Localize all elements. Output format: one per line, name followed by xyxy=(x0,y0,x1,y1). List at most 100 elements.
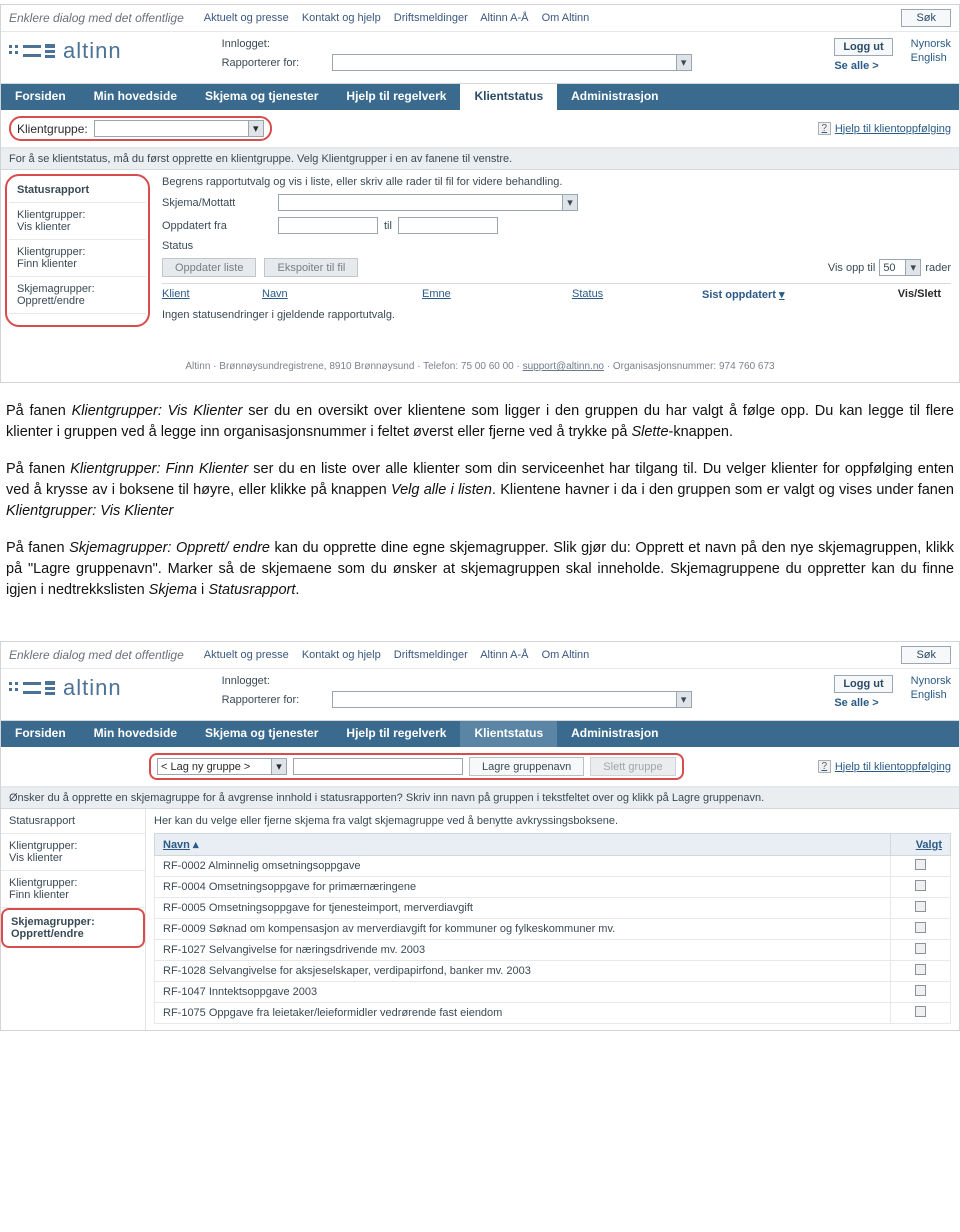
tab2-skjema[interactable]: Skjema og tjenester xyxy=(191,721,332,747)
right-col-2: Logg ut Se alle > Nynorsk English xyxy=(834,675,951,705)
nav2-aktuelt[interactable]: Aktuelt og presse xyxy=(204,649,289,661)
side-statusrapport[interactable]: Statusrapport xyxy=(9,178,146,203)
update-list-button[interactable]: Oppdater liste xyxy=(162,258,256,277)
group-name-input[interactable] xyxy=(293,758,463,775)
nav2-drift[interactable]: Driftsmeldinger xyxy=(394,649,468,661)
reporting-label: Rapporterer for: xyxy=(222,57,332,69)
side-klientgrupper-1[interactable]: Klientgrupper: Vis klienter xyxy=(9,203,146,240)
col-sist[interactable]: Sist oppdatert ▾ xyxy=(702,288,842,301)
to-input[interactable] xyxy=(398,217,498,234)
oppdatert-label: Oppdatert fra xyxy=(162,220,272,232)
checkbox[interactable] xyxy=(915,922,926,933)
side2-klientgrupper-1[interactable]: Klientgrupper: Vis klienter xyxy=(1,834,145,871)
tab-hjelp[interactable]: Hjelp til regelverk xyxy=(332,84,460,110)
table-row: RF-0005 Omsetningsoppgave for tjenesteim… xyxy=(155,898,951,919)
tab2-forsiden[interactable]: Forsiden xyxy=(1,721,80,747)
row-buttons: Oppdater liste Ekspoiter til fil Vis opp… xyxy=(162,258,951,277)
skjema-label: Skjema/Mottatt xyxy=(162,197,272,209)
reporting-select-2[interactable]: ▾ xyxy=(332,691,692,708)
col-valgt[interactable]: Valgt xyxy=(891,834,951,856)
chevron-down-icon: ▾ xyxy=(676,692,691,707)
status-label: Status xyxy=(162,240,272,252)
col-klient[interactable]: Klient xyxy=(162,288,262,301)
tab-admin[interactable]: Administrasjon xyxy=(557,84,672,110)
nav-drift[interactable]: Driftsmeldinger xyxy=(394,12,468,24)
content-intro: Begrens rapportutvalg og vis i liste, el… xyxy=(162,176,951,188)
tab2-minhovedside[interactable]: Min hovedside xyxy=(80,721,191,747)
help-link[interactable]: ? Hjelp til klientoppfølging xyxy=(818,122,951,135)
reporting-select[interactable]: ▾ xyxy=(332,54,692,71)
nav-kontakt[interactable]: Kontakt og hjelp xyxy=(302,12,381,24)
checkbox[interactable] xyxy=(915,964,926,975)
lang-switch-2: Nynorsk English xyxy=(911,675,951,703)
tab-klientstatus[interactable]: Klientstatus xyxy=(460,84,557,110)
logout-button[interactable]: Logg ut xyxy=(834,38,892,56)
footer-mail[interactable]: support@altinn.no xyxy=(523,361,604,372)
help-link-2[interactable]: ? Hjelp til klientoppfølging xyxy=(818,760,951,773)
nav-atoa[interactable]: Altinn A-Å xyxy=(480,12,528,24)
side2-klientgrupper-2[interactable]: Klientgrupper: Finn klienter xyxy=(1,871,145,908)
checkbox[interactable] xyxy=(915,880,926,891)
sub-bar-2: < Lag ny gruppe >▾ Lagre gruppenavn Slet… xyxy=(1,747,959,787)
lang-english[interactable]: English xyxy=(911,52,947,64)
skjema-select[interactable]: ▾ xyxy=(278,194,578,211)
nav-om[interactable]: Om Altinn xyxy=(542,12,590,24)
header-row2: altinn Innlogget: Rapporterer for: ▾ Log… xyxy=(1,32,959,84)
main-area-2: Statusrapport Klientgrupper: Vis kliente… xyxy=(1,809,959,1030)
main-tabs-2: Forsiden Min hovedside Skjema og tjenest… xyxy=(1,721,959,747)
row-status: Status xyxy=(162,240,951,252)
export-button[interactable]: Ekspoiter til fil xyxy=(264,258,358,277)
logout-button-2[interactable]: Logg ut xyxy=(834,675,892,693)
lang-nynorsk[interactable]: Nynorsk xyxy=(911,38,951,50)
checkbox[interactable] xyxy=(915,1006,926,1017)
table-row: RF-1075 Oppgave fra leietaker/leieformid… xyxy=(155,1003,951,1024)
tab2-admin[interactable]: Administrasjon xyxy=(557,721,672,747)
slogan-2: Enklere dialog med det offentlige xyxy=(9,648,184,662)
nav2-kontakt[interactable]: Kontakt og hjelp xyxy=(302,649,381,661)
checkbox[interactable] xyxy=(915,943,926,954)
lang-nynorsk-2[interactable]: Nynorsk xyxy=(911,675,951,687)
table-row: RF-1027 Selvangivelse for næringsdrivend… xyxy=(155,940,951,961)
checkbox[interactable] xyxy=(915,985,926,996)
nav2-om[interactable]: Om Altinn xyxy=(542,649,590,661)
col-navn[interactable]: Navn ▴ xyxy=(155,834,891,856)
table-head: Klient Navn Emne Status Sist oppdatert ▾… xyxy=(162,283,951,305)
tab2-hjelp[interactable]: Hjelp til regelverk xyxy=(332,721,460,747)
lang-switch: Nynorsk English xyxy=(911,38,951,66)
search-button-2[interactable]: Søk xyxy=(901,646,951,664)
main-tabs: Forsiden Min hovedside Skjema og tjenest… xyxy=(1,84,959,110)
tab-forsiden[interactable]: Forsiden xyxy=(1,84,80,110)
see-all-link-2[interactable]: Se alle > xyxy=(834,697,878,709)
table-row: RF-1028 Selvangivelse for aksjeselskaper… xyxy=(155,961,951,982)
nav2-atoa[interactable]: Altinn A-Å xyxy=(480,649,528,661)
see-all-link[interactable]: Se alle > xyxy=(834,60,878,72)
side-skjemagrupper[interactable]: Skjemagrupper: Opprett/endre xyxy=(9,277,146,314)
checkbox[interactable] xyxy=(915,859,926,870)
col-navn[interactable]: Navn xyxy=(262,288,422,301)
tab2-klientstatus[interactable]: Klientstatus xyxy=(460,721,557,747)
delete-group-button[interactable]: Slett gruppe xyxy=(590,757,675,776)
nav-aktuelt[interactable]: Aktuelt og presse xyxy=(204,12,289,24)
chevron-down-icon: ▾ xyxy=(271,759,286,774)
klientgruppe-select[interactable]: ▾ xyxy=(94,120,264,137)
rows-suffix: rader xyxy=(925,262,951,274)
search-button[interactable]: Søk xyxy=(901,9,951,27)
side2-statusrapport[interactable]: Statusrapport xyxy=(1,809,145,834)
tab-skjema[interactable]: Skjema og tjenester xyxy=(191,84,332,110)
lang-english-2[interactable]: English xyxy=(911,689,947,701)
save-group-button[interactable]: Lagre gruppenavn xyxy=(469,757,584,776)
col-status[interactable]: Status xyxy=(572,288,702,301)
tab-minhovedside[interactable]: Min hovedside xyxy=(80,84,191,110)
newgroup-select[interactable]: < Lag ny gruppe >▾ xyxy=(157,758,287,775)
hint-bar-2: Ønsker du å opprette en skjemagruppe for… xyxy=(1,787,959,809)
login-area: Innlogget: Rapporterer for: ▾ xyxy=(222,38,692,75)
side2-skjemagrupper-highlighted[interactable]: Skjemagrupper: Opprett/endre xyxy=(1,908,145,948)
content-intro-2: Her kan du velge eller fjerne skjema fra… xyxy=(154,815,951,827)
rows-select[interactable]: 50▾ xyxy=(879,259,921,276)
doc-p1: På fanen Klientgrupper: Vis Klienter ser… xyxy=(6,401,954,443)
checkbox[interactable] xyxy=(915,901,926,912)
from-input[interactable] xyxy=(278,217,378,234)
side-klientgrupper-2[interactable]: Klientgrupper: Finn klienter xyxy=(9,240,146,277)
rows-prefix: Vis opp til xyxy=(828,262,876,274)
col-emne[interactable]: Emne xyxy=(422,288,572,301)
